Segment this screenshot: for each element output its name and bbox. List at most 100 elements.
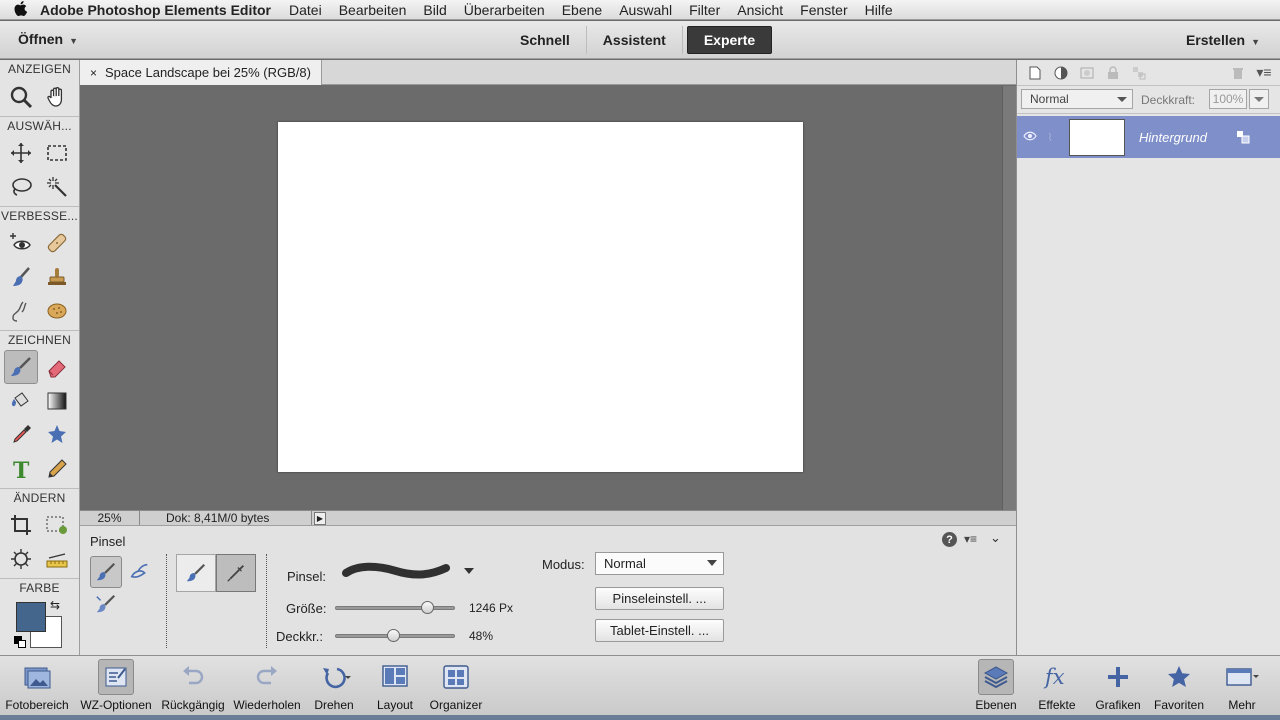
marquee-tool-icon[interactable] [40, 136, 74, 170]
layer-mask-icon[interactable] [1077, 63, 1097, 83]
effects-button[interactable]: fx Effekte [1034, 656, 1080, 714]
eraser-tool-icon[interactable] [40, 350, 74, 384]
pencil-tool-icon[interactable] [40, 452, 74, 486]
menu-bearbeiten[interactable]: Bearbeiten [339, 2, 407, 18]
open-button[interactable]: Öffnen ▼ [18, 31, 78, 47]
layer-lock-icon[interactable] [1235, 129, 1251, 145]
layer-row-hintergrund[interactable]: ⌇ Hintergrund [1017, 116, 1280, 158]
layout-button[interactable]: Layout [372, 656, 418, 714]
content-aware-move-tool-icon[interactable] [4, 542, 38, 576]
lock-transparency-icon[interactable] [1129, 63, 1149, 83]
favorites-button[interactable]: Favoriten [1150, 656, 1208, 714]
lock-icon[interactable] [1103, 63, 1123, 83]
smart-brush-tool-icon[interactable] [4, 260, 38, 294]
collapse-chevron-icon[interactable]: ⌄ [990, 530, 1001, 546]
menu-ueberarbeiten[interactable]: Überarbeiten [464, 2, 545, 18]
panel-menu-icon[interactable]: ▾≡ [964, 532, 977, 546]
trash-icon[interactable] [1228, 63, 1248, 83]
redo-button[interactable]: Wiederholen [230, 656, 304, 714]
normal-brush-mode-button[interactable] [176, 554, 216, 592]
organizer-button[interactable]: Organizer [424, 656, 488, 714]
layer-name[interactable]: Hintergrund [1139, 130, 1229, 145]
clone-stamp-tool-icon[interactable] [40, 260, 74, 294]
default-colors-icon[interactable] [14, 636, 28, 650]
tablet-settings-button[interactable]: Tablet-Einstell. ... [595, 619, 724, 642]
crop-tool-icon[interactable] [4, 508, 38, 542]
close-icon[interactable]: × [90, 66, 97, 80]
color-replacement-brush-icon[interactable] [90, 588, 122, 620]
recompose-tool-icon[interactable] [40, 508, 74, 542]
impressionist-brush-icon[interactable] [124, 556, 156, 588]
graphics-button[interactable]: Grafiken [1092, 656, 1144, 714]
straighten-tool-icon[interactable] [40, 542, 74, 576]
menu-fenster[interactable]: Fenster [800, 2, 847, 18]
undo-button[interactable]: Rückgängig [158, 656, 228, 714]
tab-schnell[interactable]: Schnell [504, 26, 587, 54]
paint-bucket-tool-icon[interactable] [4, 384, 38, 418]
layer-blend-mode-dropdown[interactable]: Normal [1021, 89, 1133, 109]
brush-variant-icon[interactable] [90, 556, 122, 588]
menu-filter[interactable]: Filter [689, 2, 720, 18]
swap-colors-icon[interactable]: ⇆ [50, 598, 60, 612]
apple-icon[interactable] [0, 0, 40, 19]
app-name[interactable]: Adobe Photoshop Elements Editor [40, 2, 271, 18]
brush-tool-icon[interactable] [3, 350, 38, 384]
zoom-tool-icon[interactable] [4, 80, 38, 114]
tab-experte[interactable]: Experte [686, 26, 773, 54]
healing-brush-tool-icon[interactable] [40, 226, 74, 260]
brush-preset-dropdown-icon[interactable] [464, 568, 474, 574]
layer-thumbnail[interactable] [1069, 118, 1125, 156]
zoom-level[interactable]: 25% [80, 511, 140, 525]
brush-label: Pinsel: [287, 569, 327, 584]
move-tool-icon[interactable] [4, 136, 38, 170]
photo-bin-button[interactable]: Fotobereich [4, 656, 70, 714]
rotate-button[interactable]: Drehen [308, 656, 360, 714]
tool-options-button[interactable]: WZ-Optionen [76, 656, 156, 714]
sponge-tool-icon[interactable] [40, 294, 74, 328]
size-slider-knob[interactable] [420, 601, 434, 614]
tool-options-title: Pinsel [90, 534, 126, 549]
gradient-tool-icon[interactable] [40, 384, 74, 418]
help-icon[interactable]: ? [942, 532, 957, 547]
custom-shape-tool-icon[interactable] [40, 418, 74, 452]
document-tab[interactable]: × Space Landscape bei 25% (RGB/8) [80, 60, 322, 85]
document-canvas[interactable] [278, 122, 803, 472]
create-label: Erstellen [1185, 32, 1246, 48]
text-tool-icon[interactable]: T [4, 452, 38, 486]
eyedropper-tool-icon[interactable] [4, 418, 38, 452]
menu-ansicht[interactable]: Ansicht [737, 2, 783, 18]
panel-menu-icon[interactable]: ▾≡ [1254, 63, 1274, 83]
layers-button[interactable]: Ebenen [972, 656, 1020, 714]
adjustment-layer-icon[interactable] [1051, 63, 1071, 83]
blend-mode-dropdown[interactable]: Normal [595, 552, 724, 575]
opacity-slider-knob[interactable] [386, 629, 400, 642]
status-menu-arrow-icon[interactable]: ▶ [314, 511, 326, 525]
brush-preset-preview[interactable] [342, 560, 452, 586]
smudge-tool-icon[interactable] [4, 294, 38, 328]
menu-datei[interactable]: Datei [289, 2, 322, 18]
create-button[interactable]: Erstellen ▼ [1186, 32, 1260, 48]
menu-ebene[interactable]: Ebene [562, 2, 602, 18]
tool-options-icon [98, 659, 134, 695]
canvas-area[interactable] [80, 86, 1002, 510]
eye-icon[interactable] [1019, 130, 1041, 144]
layer-opacity-field[interactable]: 100% [1209, 89, 1247, 109]
menu-bild[interactable]: Bild [423, 2, 446, 18]
menu-hilfe[interactable]: Hilfe [865, 2, 893, 18]
tab-assistent[interactable]: Assistent [587, 26, 683, 54]
lasso-tool-icon[interactable] [4, 170, 38, 204]
airbrush-mode-button[interactable] [216, 554, 256, 592]
foreground-color-swatch[interactable] [16, 602, 46, 632]
more-button[interactable]: Mehr [1220, 656, 1264, 714]
menu-auswahl[interactable]: Auswahl [619, 2, 672, 18]
magic-wand-tool-icon[interactable] [40, 170, 74, 204]
brush-settings-button[interactable]: Pinseleinstell. ... [595, 587, 724, 610]
link-icon[interactable]: ⌇ [1041, 131, 1059, 144]
size-slider[interactable] [335, 601, 455, 614]
new-layer-icon[interactable] [1025, 63, 1045, 83]
layer-opacity-dropdown-icon[interactable] [1249, 89, 1269, 109]
red-eye-tool-icon[interactable] [4, 226, 38, 260]
opacity-slider[interactable] [335, 629, 455, 642]
vertical-scrollbar[interactable] [1002, 86, 1016, 510]
hand-tool-icon[interactable] [40, 80, 74, 114]
